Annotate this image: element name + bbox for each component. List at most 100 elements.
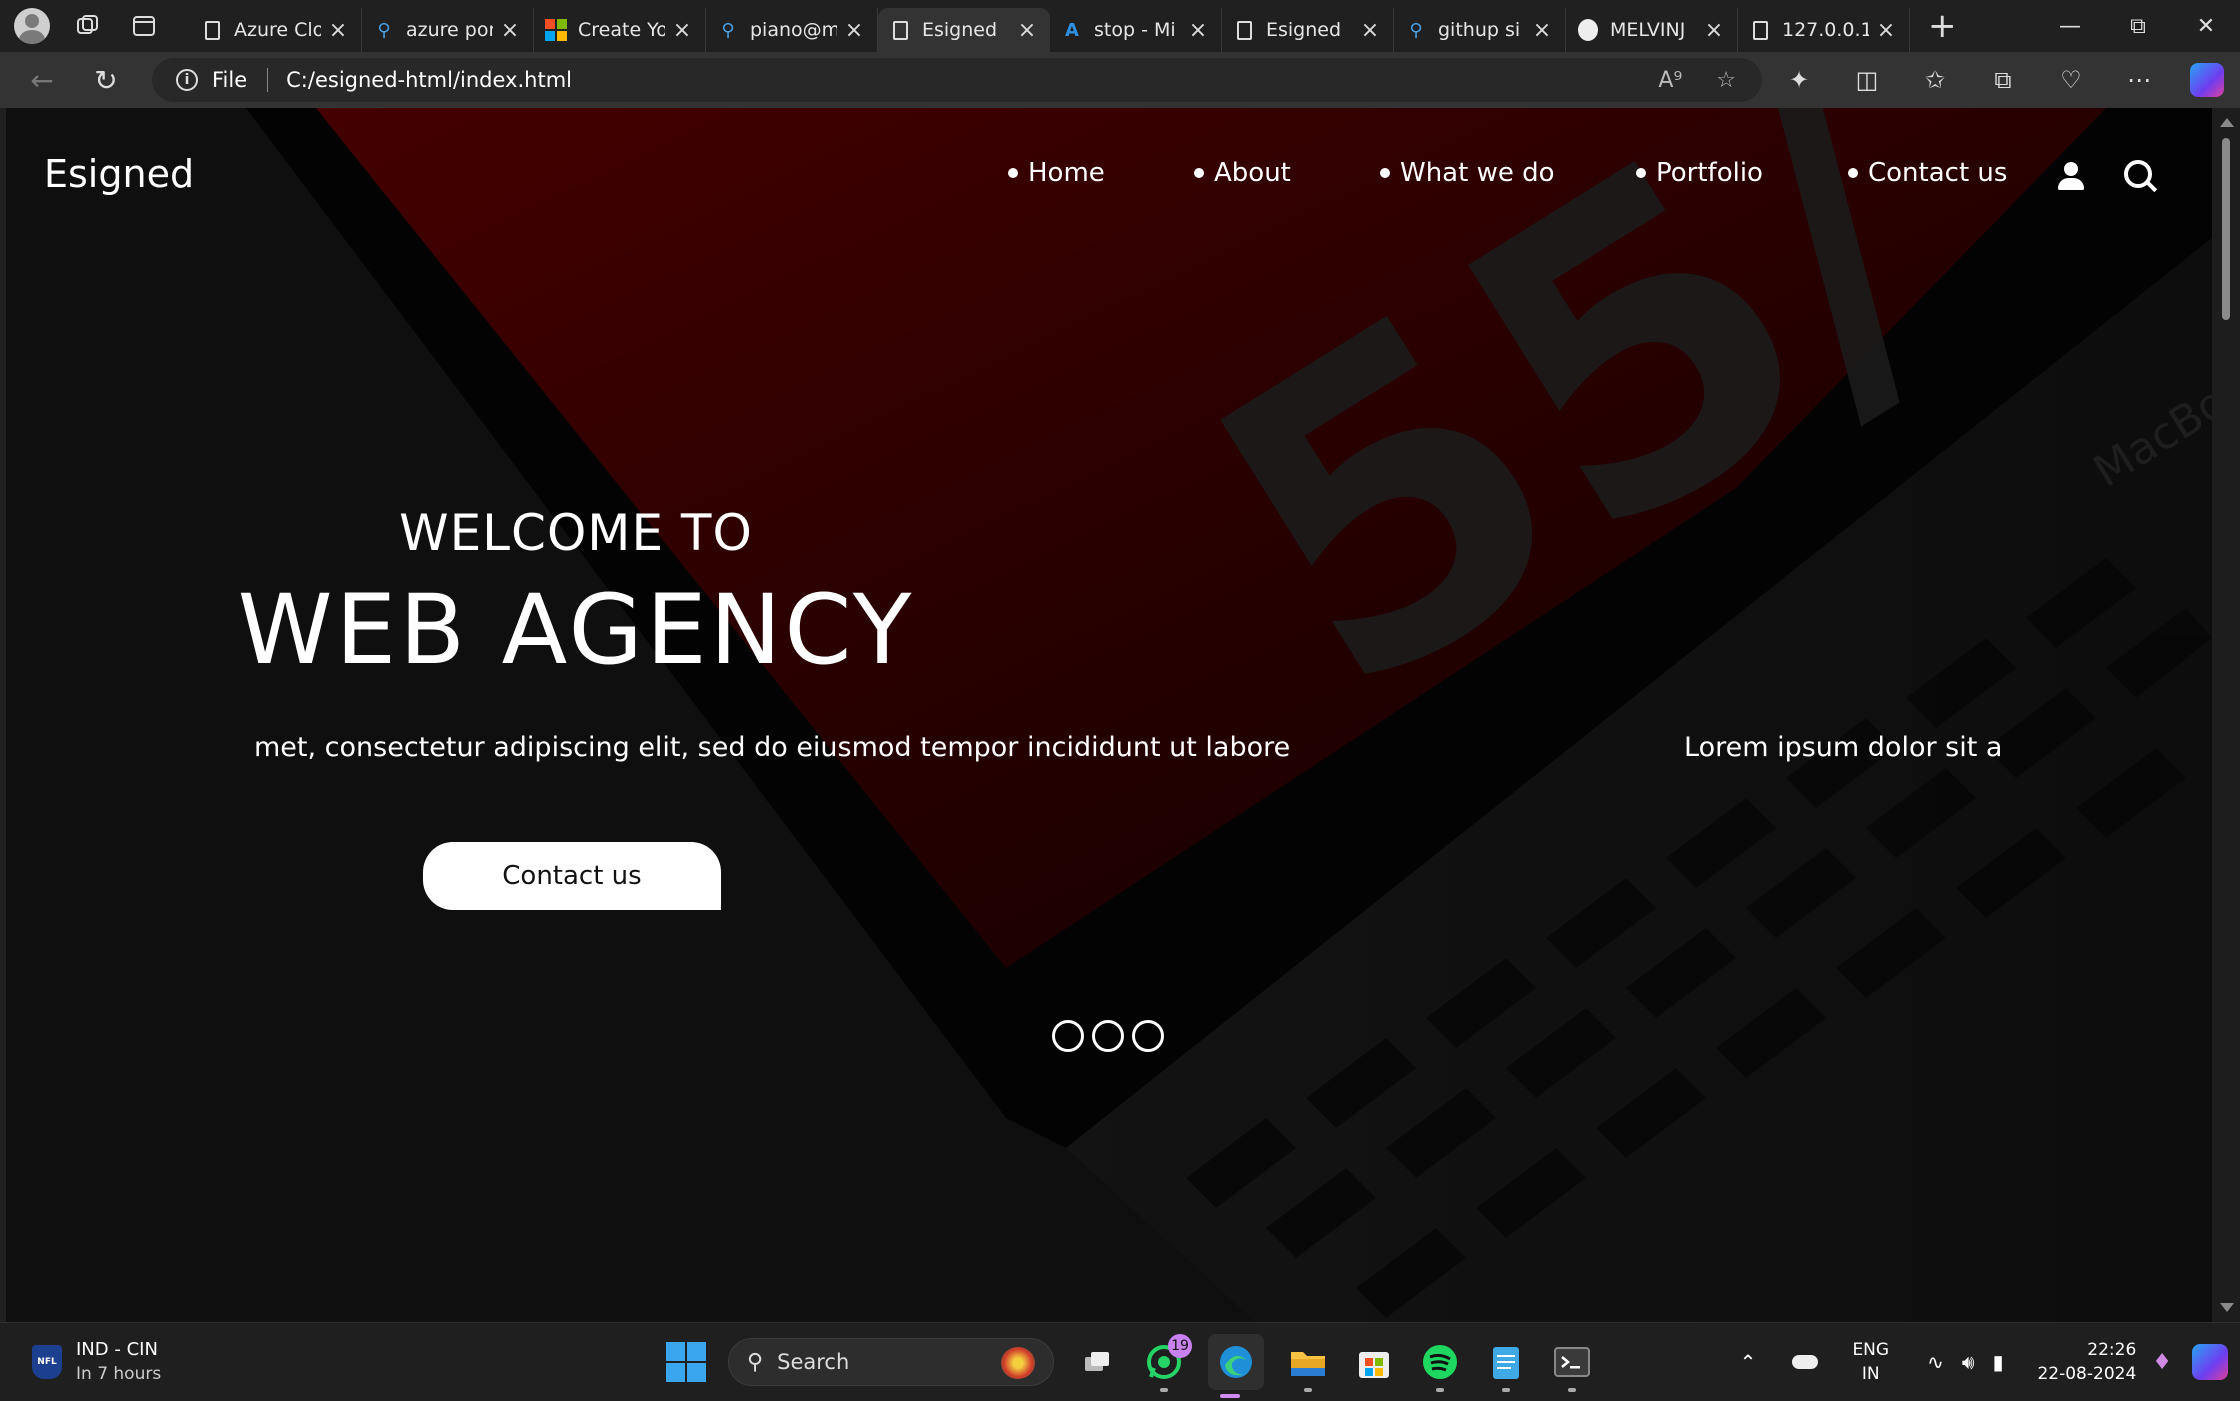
close-tab-icon[interactable]: × [1016, 18, 1038, 43]
weather-widget[interactable]: NFL IND - CIN In 7 hours [32, 1339, 161, 1384]
search-highlight-icon [1001, 1347, 1035, 1379]
taskbar-search-box[interactable]: ⚲ Search [728, 1338, 1054, 1386]
tab-title: githup si [1438, 19, 1521, 41]
browser-tab[interactable]: A stop - Mi × [1050, 8, 1222, 52]
browser-tab[interactable]: MELVINJ × [1566, 8, 1738, 52]
tab-title: Azure Clo [234, 19, 321, 41]
search-icon: ⚲ [1409, 19, 1423, 41]
tab-title: Esigned [922, 19, 998, 41]
task-view-icon[interactable] [1076, 1340, 1120, 1384]
nav-item-what-we-do[interactable]: What we do [1380, 158, 1555, 188]
close-tab-icon[interactable]: × [327, 18, 349, 43]
onedrive-cloud-icon[interactable] [1792, 1355, 1819, 1369]
whatsapp-icon[interactable]: 19 [1142, 1334, 1192, 1392]
system-clock[interactable]: 22:26 22-08-2024 [2037, 1338, 2136, 1386]
scroll-down-icon[interactable] [2220, 1303, 2234, 1312]
url-text[interactable]: C:/esigned-html/index.html [286, 68, 572, 92]
battery-icon: ▮ [1992, 1350, 2004, 1374]
carousel-dot[interactable] [1092, 1020, 1124, 1052]
bullet-icon [1008, 168, 1018, 178]
github-icon [1578, 19, 1598, 41]
favorite-star-icon[interactable]: ☆ [1716, 68, 1736, 93]
address-toolbar: ← ↻ i File C:/esigned-html/index.html A⁹… [0, 52, 2240, 108]
address-separator [267, 68, 269, 92]
browser-tab[interactable]: Esigned × [1222, 8, 1394, 52]
file-explorer-icon[interactable] [1286, 1340, 1330, 1392]
hero-background-image: 55/ MacBo [6, 108, 2212, 1322]
address-bar[interactable]: i File C:/esigned-html/index.html A⁹ ☆ [152, 58, 1762, 102]
notepad-icon[interactable] [1484, 1340, 1528, 1392]
close-tab-icon[interactable]: × [1531, 18, 1553, 43]
collections-icon[interactable]: ⧉ [1984, 61, 2022, 99]
site-navigation: Home About What we do Portfolio Contact … [6, 158, 2212, 198]
profile-avatar-icon[interactable] [14, 8, 50, 44]
extensions-icon[interactable]: ✦ [1780, 61, 1818, 99]
vertical-tabs-icon[interactable] [126, 8, 162, 44]
contact-us-button[interactable]: Contact us [423, 842, 721, 910]
scroll-up-icon[interactable] [2220, 118, 2234, 127]
microsoft-icon [545, 19, 567, 41]
system-tray: ⌃ ENG IN ∿ 🔊︎ ▮ 22:26 22-08-2024 ♦ [1740, 1323, 2240, 1401]
refresh-icon[interactable]: ↻ [84, 58, 128, 102]
new-tab-icon[interactable]: + [1928, 6, 1957, 46]
spotify-icon[interactable] [1418, 1340, 1462, 1392]
split-screen-icon[interactable]: ◫ [1848, 61, 1886, 99]
close-tab-icon[interactable]: × [1703, 18, 1725, 43]
nav-item-portfolio[interactable]: Portfolio [1636, 158, 1763, 188]
bullet-icon [1194, 168, 1204, 178]
nav-item-contact-us[interactable]: Contact us [1848, 158, 2007, 188]
browser-essentials-icon[interactable]: ♡ [2052, 61, 2090, 99]
hero-welcome-text: WELCOME TO [399, 504, 753, 562]
show-hidden-icons-chevron-icon[interactable]: ⌃ [1740, 1350, 1757, 1374]
windows-taskbar: NFL IND - CIN In 7 hours ⚲ Search 19 ⌃ E… [0, 1322, 2240, 1400]
search-icon[interactable] [2124, 160, 2158, 194]
carousel-dot[interactable] [1052, 1020, 1084, 1052]
quick-settings[interactable]: ∿ 🔊︎ ▮ [1927, 1350, 2003, 1374]
close-tab-icon[interactable]: × [1359, 18, 1381, 43]
close-window-icon[interactable]: ✕ [2172, 0, 2240, 52]
copilot-icon[interactable] [2188, 61, 2226, 99]
read-aloud-icon[interactable]: A⁹ [1658, 68, 1682, 93]
close-tab-icon[interactable]: × [843, 18, 865, 43]
back-arrow-icon[interactable]: ← [20, 58, 64, 102]
user-icon[interactable] [2056, 162, 2086, 192]
page-viewport: 55/ MacBo Esigned Home About What we do … [6, 108, 2212, 1322]
workspaces-icon[interactable] [70, 8, 106, 44]
taskbar-apps: ⚲ Search 19 [666, 1333, 1594, 1398]
language-line2: IN [1861, 1364, 1880, 1384]
info-icon[interactable]: i [176, 69, 198, 91]
microsoft-store-icon[interactable] [1352, 1340, 1396, 1384]
copilot-taskbar-icon[interactable] [2192, 1344, 2228, 1380]
close-tab-icon[interactable]: × [671, 18, 693, 43]
browser-tab[interactable]: ⚲ piano@m × [706, 8, 878, 52]
more-menu-icon[interactable]: ⋯ [2120, 61, 2158, 99]
browser-tab[interactable]: Azure Clo × [190, 8, 362, 52]
nav-item-home[interactable]: Home [1008, 158, 1105, 188]
terminal-icon[interactable] [1550, 1340, 1594, 1392]
browser-tab-strip: Azure Clo × ⚲ azure por × Create Yo × ⚲ … [0, 0, 2240, 52]
close-tab-icon[interactable]: × [1187, 18, 1209, 43]
notification-bell-icon[interactable]: ♦ [2152, 1350, 2172, 1375]
browser-tab[interactable]: 127.0.0.1 × [1738, 8, 1910, 52]
close-tab-icon[interactable]: × [499, 18, 521, 43]
tab-title: azure por [406, 19, 493, 41]
minimize-icon[interactable]: — [2036, 0, 2104, 52]
scrollbar-thumb[interactable] [2222, 138, 2230, 320]
nav-label: Portfolio [1656, 158, 1763, 188]
nav-item-about[interactable]: About [1194, 158, 1291, 188]
language-indicator[interactable]: ENG IN [1852, 1338, 1889, 1386]
page-scrollbar[interactable] [2212, 108, 2240, 1322]
browser-tab-active[interactable]: Esigned × [878, 8, 1050, 52]
search-icon: ⚲ [747, 1349, 764, 1375]
edge-browser-icon[interactable] [1208, 1334, 1264, 1398]
windows-start-icon[interactable] [666, 1342, 706, 1382]
carousel-dot[interactable] [1132, 1020, 1164, 1052]
browser-tab[interactable]: ⚲ azure por × [362, 8, 534, 52]
azure-icon: A [1065, 19, 1079, 41]
browser-tab[interactable]: Create Yo × [534, 8, 706, 52]
notification-badge: 19 [1168, 1334, 1192, 1358]
restore-icon[interactable]: ⧉ [2104, 0, 2172, 52]
favorites-icon[interactable]: ✩ [1916, 61, 1954, 99]
close-tab-icon[interactable]: × [1875, 18, 1897, 43]
browser-tab[interactable]: ⚲ githup si × [1394, 8, 1566, 52]
